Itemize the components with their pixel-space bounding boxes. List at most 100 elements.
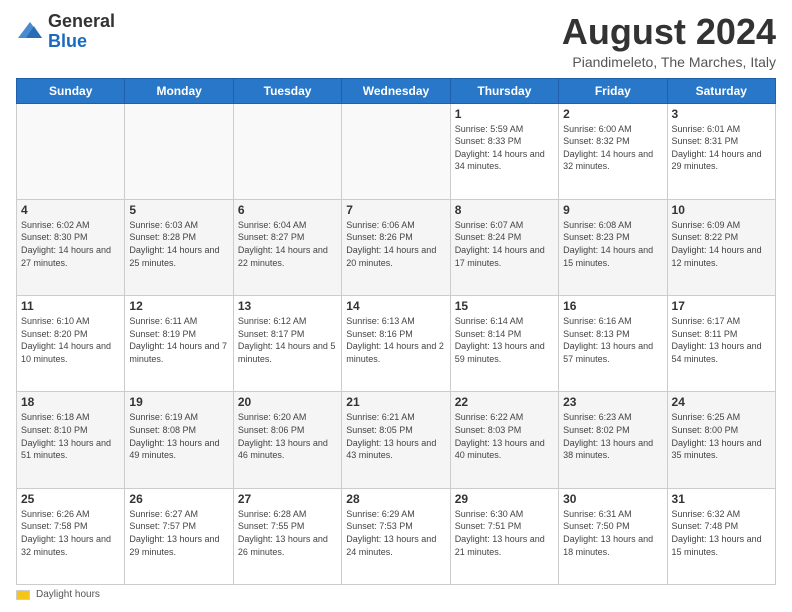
table-row: 8 Sunrise: 6:07 AM Sunset: 8:24 PM Daylig…: [450, 199, 558, 295]
calendar-table: SundayMondayTuesdayWednesdayThursdayFrid…: [16, 78, 776, 585]
day-info: Sunrise: 6:32 AM Sunset: 7:48 PM Dayligh…: [672, 508, 771, 558]
table-row: 3 Sunrise: 6:01 AM Sunset: 8:31 PM Daylig…: [667, 103, 775, 199]
table-row: [233, 103, 341, 199]
day-info: Sunrise: 6:13 AM Sunset: 8:16 PM Dayligh…: [346, 315, 445, 365]
day-info: Sunrise: 6:01 AM Sunset: 8:31 PM Dayligh…: [672, 123, 771, 173]
day-number: 8: [455, 203, 554, 217]
table-row: 23Sunrise: 6:23 AM Sunset: 8:02 PM Dayli…: [559, 392, 667, 488]
day-number: 25: [21, 492, 120, 506]
table-row: 9Sunrise: 6:08 AM Sunset: 8:23 PM Daylig…: [559, 199, 667, 295]
day-info: Sunrise: 6:00 AM Sunset: 8:32 PM Dayligh…: [563, 123, 662, 173]
table-row: 25Sunrise: 6:26 AM Sunset: 7:58 PM Dayli…: [17, 488, 125, 584]
table-row: 2 Sunrise: 6:00 AM Sunset: 8:32 PM Daylig…: [559, 103, 667, 199]
daylight-label: Daylight hours: [36, 589, 100, 600]
table-row: 29 Sunrise: 6:30 AM Sunset: 7:51 PM Dayli…: [450, 488, 558, 584]
day-number: 1: [455, 107, 554, 121]
day-info: Sunrise: 6:28 AM Sunset: 7:55 PM Dayligh…: [238, 508, 337, 558]
table-row: 6 Sunrise: 6:04 AM Sunset: 8:27 PM Daylig…: [233, 199, 341, 295]
table-row: 1 Sunrise: 5:59 AM Sunset: 8:33 PM Daylig…: [450, 103, 558, 199]
table-row: 26 Sunrise: 6:27 AM Sunset: 7:57 PM Dayli…: [125, 488, 233, 584]
calendar-week-1: 1 Sunrise: 5:59 AM Sunset: 8:33 PM Daylig…: [17, 103, 776, 199]
logo-general: General: [48, 12, 115, 32]
page: General Blue August 2024 Piandimeleto, T…: [0, 0, 792, 612]
title-block: August 2024 Piandimeleto, The Marches, I…: [562, 12, 776, 70]
day-info: Sunrise: 6:04 AM Sunset: 8:27 PM Dayligh…: [238, 219, 337, 269]
calendar-header-tuesday: Tuesday: [233, 78, 341, 103]
day-info: Sunrise: 6:29 AM Sunset: 7:53 PM Dayligh…: [346, 508, 445, 558]
table-row: 11Sunrise: 6:10 AM Sunset: 8:20 PM Dayli…: [17, 296, 125, 392]
table-row: 17Sunrise: 6:17 AM Sunset: 8:11 PM Dayli…: [667, 296, 775, 392]
table-row: 4Sunrise: 6:02 AM Sunset: 8:30 PM Daylig…: [17, 199, 125, 295]
day-info: Sunrise: 6:02 AM Sunset: 8:30 PM Dayligh…: [21, 219, 120, 269]
calendar-week-4: 18 Sunrise: 6:18 AM Sunset: 8:10 PM Dayli…: [17, 392, 776, 488]
day-number: 3: [672, 107, 771, 121]
table-row: 31 Sunrise: 6:32 AM Sunset: 7:48 PM Dayli…: [667, 488, 775, 584]
table-row: 30Sunrise: 6:31 AM Sunset: 7:50 PM Dayli…: [559, 488, 667, 584]
calendar-week-2: 4Sunrise: 6:02 AM Sunset: 8:30 PM Daylig…: [17, 199, 776, 295]
day-info: Sunrise: 5:59 AM Sunset: 8:33 PM Dayligh…: [455, 123, 554, 173]
table-row: 24 Sunrise: 6:25 AM Sunset: 8:00 PM Dayli…: [667, 392, 775, 488]
day-info: Sunrise: 6:03 AM Sunset: 8:28 PM Dayligh…: [129, 219, 228, 269]
day-number: 22: [455, 395, 554, 409]
table-row: 14 Sunrise: 6:13 AM Sunset: 8:16 PM Dayli…: [342, 296, 450, 392]
day-info: Sunrise: 6:19 AM Sunset: 8:08 PM Dayligh…: [129, 411, 228, 461]
table-row: 16 Sunrise: 6:16 AM Sunset: 8:13 PM Dayli…: [559, 296, 667, 392]
day-number: 29: [455, 492, 554, 506]
table-row: 7 Sunrise: 6:06 AM Sunset: 8:26 PM Daylig…: [342, 199, 450, 295]
day-number: 24: [672, 395, 771, 409]
day-number: 23: [563, 395, 662, 409]
day-info: Sunrise: 6:12 AM Sunset: 8:17 PM Dayligh…: [238, 315, 337, 365]
table-row: [342, 103, 450, 199]
calendar-header-saturday: Saturday: [667, 78, 775, 103]
day-number: 12: [129, 299, 228, 313]
day-number: 15: [455, 299, 554, 313]
calendar-header-thursday: Thursday: [450, 78, 558, 103]
day-number: 27: [238, 492, 337, 506]
day-number: 6: [238, 203, 337, 217]
logo: General Blue: [16, 12, 115, 52]
table-row: 12Sunrise: 6:11 AM Sunset: 8:19 PM Dayli…: [125, 296, 233, 392]
footer: Daylight hours: [16, 589, 776, 600]
logo-icon: [16, 18, 44, 46]
day-info: Sunrise: 6:07 AM Sunset: 8:24 PM Dayligh…: [455, 219, 554, 269]
day-number: 7: [346, 203, 445, 217]
day-number: 19: [129, 395, 228, 409]
table-row: [17, 103, 125, 199]
day-number: 10: [672, 203, 771, 217]
day-number: 16: [563, 299, 662, 313]
day-info: Sunrise: 6:16 AM Sunset: 8:13 PM Dayligh…: [563, 315, 662, 365]
logo-blue: Blue: [48, 32, 115, 52]
day-info: Sunrise: 6:25 AM Sunset: 8:00 PM Dayligh…: [672, 411, 771, 461]
location-subtitle: Piandimeleto, The Marches, Italy: [562, 54, 776, 70]
table-row: 15 Sunrise: 6:14 AM Sunset: 8:14 PM Dayli…: [450, 296, 558, 392]
day-info: Sunrise: 6:31 AM Sunset: 7:50 PM Dayligh…: [563, 508, 662, 558]
table-row: 10 Sunrise: 6:09 AM Sunset: 8:22 PM Dayli…: [667, 199, 775, 295]
day-info: Sunrise: 6:27 AM Sunset: 7:57 PM Dayligh…: [129, 508, 228, 558]
day-number: 2: [563, 107, 662, 121]
day-info: Sunrise: 6:21 AM Sunset: 8:05 PM Dayligh…: [346, 411, 445, 461]
day-info: Sunrise: 6:06 AM Sunset: 8:26 PM Dayligh…: [346, 219, 445, 269]
calendar-header-friday: Friday: [559, 78, 667, 103]
day-info: Sunrise: 6:14 AM Sunset: 8:14 PM Dayligh…: [455, 315, 554, 365]
day-info: Sunrise: 6:08 AM Sunset: 8:23 PM Dayligh…: [563, 219, 662, 269]
logo-text: General Blue: [48, 12, 115, 52]
day-number: 31: [672, 492, 771, 506]
month-title: August 2024: [562, 12, 776, 52]
day-number: 28: [346, 492, 445, 506]
day-number: 20: [238, 395, 337, 409]
calendar-header-sunday: Sunday: [17, 78, 125, 103]
table-row: 5 Sunrise: 6:03 AM Sunset: 8:28 PM Daylig…: [125, 199, 233, 295]
day-info: Sunrise: 6:30 AM Sunset: 7:51 PM Dayligh…: [455, 508, 554, 558]
day-number: 5: [129, 203, 228, 217]
table-row: 27 Sunrise: 6:28 AM Sunset: 7:55 PM Dayli…: [233, 488, 341, 584]
day-number: 26: [129, 492, 228, 506]
day-info: Sunrise: 6:18 AM Sunset: 8:10 PM Dayligh…: [21, 411, 120, 461]
table-row: 20Sunrise: 6:20 AM Sunset: 8:06 PM Dayli…: [233, 392, 341, 488]
day-number: 13: [238, 299, 337, 313]
day-number: 14: [346, 299, 445, 313]
day-info: Sunrise: 6:09 AM Sunset: 8:22 PM Dayligh…: [672, 219, 771, 269]
day-number: 18: [21, 395, 120, 409]
day-info: Sunrise: 6:22 AM Sunset: 8:03 PM Dayligh…: [455, 411, 554, 461]
table-row: [125, 103, 233, 199]
day-info: Sunrise: 6:17 AM Sunset: 8:11 PM Dayligh…: [672, 315, 771, 365]
